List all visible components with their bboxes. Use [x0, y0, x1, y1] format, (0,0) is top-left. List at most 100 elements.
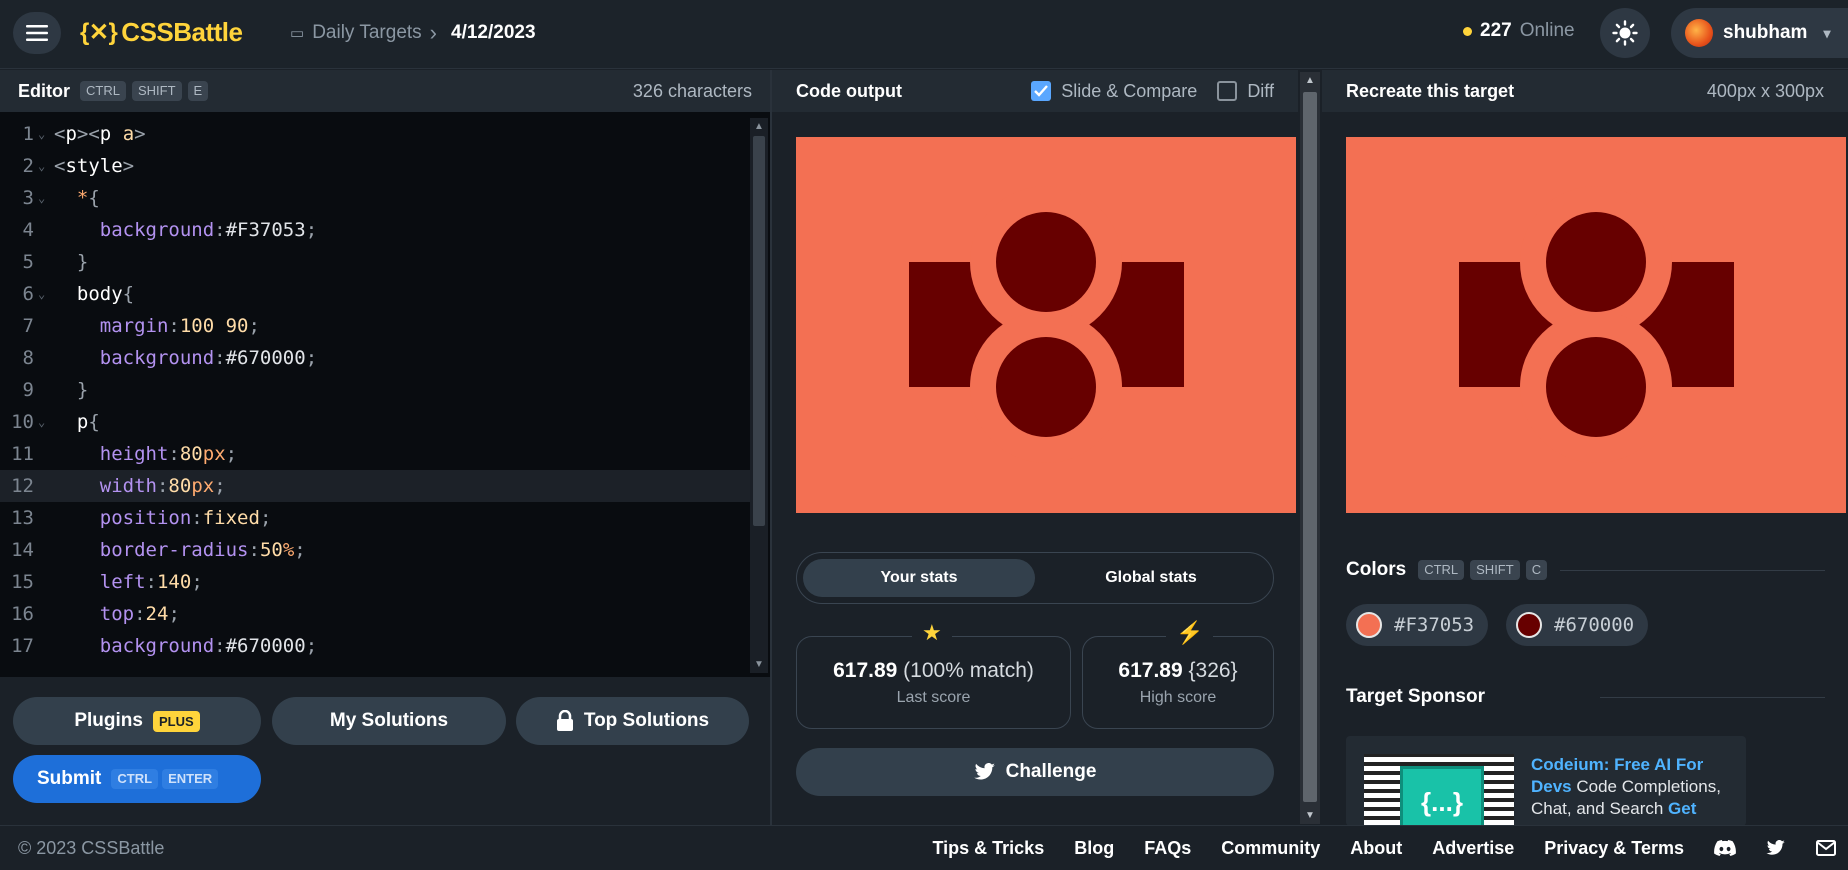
- plugins-button[interactable]: Plugins PLUS: [13, 697, 261, 745]
- code-text: margin:100 90;: [54, 315, 260, 337]
- username: shubham: [1723, 22, 1808, 43]
- color-swatch-2[interactable]: #670000: [1506, 604, 1649, 646]
- code-editor[interactable]: 1 ⌄ <p><p a> 2 ⌄ <style> 3 ⌄ *{4 background:#F3…: [0, 112, 770, 677]
- checkbox-empty-icon[interactable]: [1217, 81, 1238, 101]
- code-line[interactable]: 4 background:#F37053;: [0, 214, 750, 246]
- code-text: <style>: [54, 155, 134, 177]
- scroll-up-icon[interactable]: ▲: [1305, 75, 1315, 86]
- code-token: background: [99, 347, 215, 369]
- user-menu-button[interactable]: shubham ▾: [1671, 8, 1848, 58]
- checkbox-checked-icon[interactable]: [1031, 81, 1052, 101]
- twitter-icon[interactable]: [1766, 840, 1786, 856]
- code-line[interactable]: 5 }: [0, 246, 750, 278]
- fold-chevron-icon[interactable]: ⌄: [38, 415, 54, 429]
- code-token: 50: [259, 539, 283, 561]
- line-number: 5: [22, 251, 34, 273]
- footer-link-community[interactable]: Community: [1221, 838, 1320, 859]
- sponsor-card[interactable]: {...} Codeium: Free AI For Devs Code Com…: [1346, 736, 1746, 826]
- code-line[interactable]: 10 ⌄ p{: [0, 406, 750, 438]
- menu-button[interactable]: [13, 12, 61, 54]
- code-token: 80: [179, 443, 203, 465]
- colors-section: Colors CTRL SHIFT C: [1346, 559, 1548, 581]
- target-lower-circle: [1546, 337, 1646, 437]
- top-solutions-button[interactable]: Top Solutions: [516, 697, 749, 745]
- last-score-card: 617.89 (100% match) Last score: [796, 636, 1071, 729]
- fold-chevron-icon[interactable]: ⌄: [38, 159, 54, 173]
- tab-global-stats[interactable]: Global stats: [1035, 559, 1267, 597]
- code-token: %: [282, 539, 295, 561]
- discord-icon[interactable]: [1714, 840, 1736, 856]
- challenge-button[interactable]: Challenge: [796, 748, 1274, 796]
- code-line[interactable]: 11 height:80px;: [0, 438, 750, 470]
- code-token: ;: [191, 571, 203, 593]
- code-token: {: [88, 187, 100, 209]
- footer-link-faqs[interactable]: FAQs: [1144, 838, 1191, 859]
- submit-button[interactable]: Submit CTRL ENTER: [13, 755, 261, 803]
- footer-link-about[interactable]: About: [1350, 838, 1402, 859]
- code-line[interactable]: 15 left:140;: [0, 566, 750, 598]
- lock-icon: [556, 710, 573, 731]
- scroll-up-icon[interactable]: ▲: [754, 122, 764, 132]
- footer-link-tips[interactable]: Tips & Tricks: [932, 838, 1044, 859]
- line-number: 7: [22, 315, 34, 337]
- line-number: 6: [22, 283, 34, 305]
- scroll-down-icon[interactable]: ▼: [1305, 810, 1315, 821]
- last-score-label: Last score: [896, 688, 971, 706]
- output-scrollbar[interactable]: ▲ ▼: [1300, 72, 1320, 824]
- line-number: 16: [11, 603, 34, 625]
- color-swatch-1[interactable]: #F37053: [1346, 604, 1489, 646]
- sponsor-cta[interactable]: Get: [1668, 799, 1696, 818]
- code-token: {: [122, 283, 135, 305]
- slide-compare-toggle[interactable]: Slide & Compare: [1031, 81, 1197, 102]
- code-text: background:#670000;: [54, 347, 317, 369]
- code-token: border-radius: [99, 539, 249, 561]
- code-line[interactable]: 1 ⌄ <p><p a>: [0, 118, 750, 150]
- line-number: 13: [11, 507, 34, 529]
- code-line[interactable]: 17 background:#670000;: [0, 630, 750, 662]
- code-line[interactable]: 8 background:#670000;: [0, 342, 750, 374]
- code-line[interactable]: 16 top:24;: [0, 598, 750, 630]
- footer-link-blog[interactable]: Blog: [1074, 838, 1114, 859]
- breadcrumb-daily-targets[interactable]: Daily Targets: [312, 22, 421, 44]
- code-token: >: [134, 123, 146, 145]
- editor-scrollbar[interactable]: ▲ ▼: [750, 118, 768, 673]
- output-scrollbar-thumb[interactable]: [1303, 92, 1317, 802]
- code-line[interactable]: 12 width:80px;: [0, 470, 750, 502]
- code-token: :: [145, 571, 157, 593]
- diff-toggle[interactable]: Diff: [1217, 81, 1274, 102]
- code-line[interactable]: 3 ⌄ *{: [0, 182, 750, 214]
- footer-link-advertise[interactable]: Advertise: [1432, 838, 1514, 859]
- theme-toggle-button[interactable]: [1600, 8, 1650, 58]
- mail-icon[interactable]: [1816, 840, 1836, 856]
- tab-your-stats[interactable]: Your stats: [803, 559, 1035, 597]
- code-output-preview[interactable]: [796, 137, 1296, 513]
- high-score-value: 617.89: [1118, 658, 1183, 682]
- footer-link-privacy[interactable]: Privacy & Terms: [1544, 838, 1684, 859]
- code-line[interactable]: 7 margin:100 90;: [0, 310, 750, 342]
- fold-chevron-icon[interactable]: ⌄: [38, 287, 54, 301]
- kbd-c: C: [1525, 560, 1548, 580]
- code-line[interactable]: 2 ⌄ <style>: [0, 150, 750, 182]
- target-preview[interactable]: [1346, 137, 1846, 513]
- chevron-right-icon: ›: [429, 20, 437, 45]
- code-token: background: [99, 635, 215, 657]
- code-line[interactable]: 14 border-radius:50%;: [0, 534, 750, 566]
- char-count: 326 characters: [632, 80, 752, 101]
- code-text: border-radius:50%;: [54, 539, 306, 561]
- fold-chevron-icon[interactable]: ⌄: [38, 191, 54, 205]
- code-token: :: [168, 443, 180, 465]
- lightning-icon: ⚡: [1166, 620, 1214, 646]
- slide-compare-label: Slide & Compare: [1061, 80, 1198, 101]
- fold-chevron-icon[interactable]: ⌄: [38, 127, 54, 141]
- code-line[interactable]: 6 ⌄ body{: [0, 278, 750, 310]
- my-solutions-button[interactable]: My Solutions: [272, 697, 506, 745]
- kbd-e: E: [187, 81, 209, 101]
- code-line[interactable]: 13 position:fixed;: [0, 502, 750, 534]
- editor-scrollbar-thumb[interactable]: [753, 136, 765, 526]
- code-token: ;: [259, 507, 272, 529]
- logo[interactable]: {✕} CSSBattle: [80, 14, 243, 50]
- code-line[interactable]: 9 }: [0, 374, 750, 406]
- scroll-down-icon[interactable]: ▼: [754, 660, 764, 670]
- code-token: :: [248, 539, 260, 561]
